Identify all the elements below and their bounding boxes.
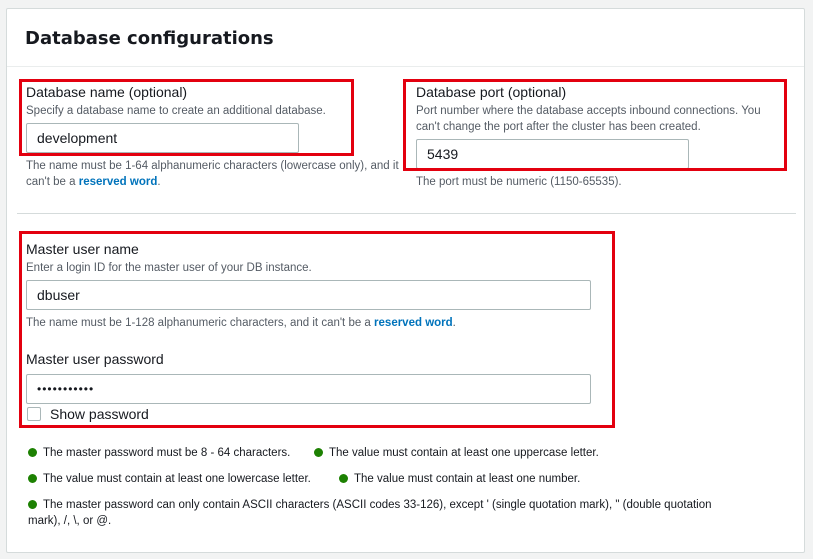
- db-name-constraint: The name must be 1-64 alphanumeric chara…: [26, 158, 406, 190]
- requirement-item: The master password must be 8 - 64 chara…: [28, 445, 290, 461]
- status-ok-icon: [28, 499, 37, 509]
- section-title: Database configurations: [25, 28, 274, 49]
- status-ok-icon: [314, 447, 323, 457]
- requirement-item-continuation: mark), /, \, or @.: [28, 515, 112, 527]
- master-credentials-highlight-box: [19, 231, 615, 428]
- db-name-reserved-word-link[interactable]: reserved word: [79, 176, 158, 188]
- requirement-item: The value must contain at least one uppe…: [314, 445, 599, 461]
- database-configurations-panel: Database configurations Database name (o…: [6, 8, 805, 553]
- requirement-item: The value must contain at least one numb…: [339, 471, 580, 487]
- status-ok-icon: [339, 473, 348, 483]
- db-name-constraint-end: .: [157, 176, 161, 188]
- db-port-constraint: The port must be numeric (1150-65535).: [416, 176, 622, 188]
- status-ok-icon: [28, 473, 37, 483]
- db-port-highlight-box: [403, 79, 787, 171]
- section-divider: [17, 213, 796, 214]
- requirement-item: The master password can only contain ASC…: [28, 497, 798, 513]
- status-ok-icon: [28, 447, 37, 457]
- panel-header: Database configurations: [7, 9, 804, 67]
- db-name-highlight-box: [19, 79, 354, 156]
- requirement-item: The value must contain at least one lowe…: [28, 471, 311, 487]
